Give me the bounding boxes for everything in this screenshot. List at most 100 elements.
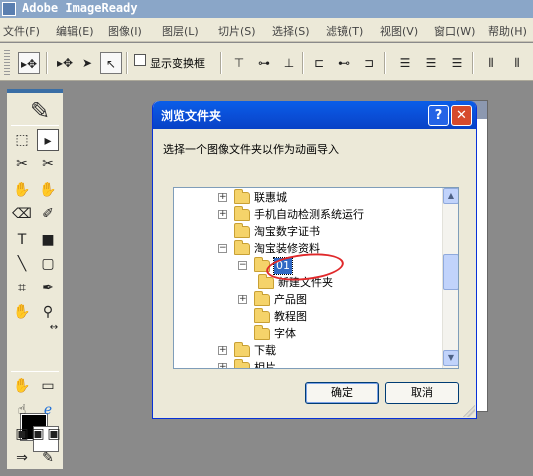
toolbar-divider xyxy=(46,52,48,74)
folder-icon xyxy=(234,223,250,238)
show-transform-label: 显示变换框 xyxy=(150,57,205,70)
scroll-up-icon[interactable]: ▲ xyxy=(443,188,458,204)
cancel-button[interactable]: 取消 xyxy=(385,382,459,404)
tree-node-label: 联惠城 xyxy=(254,191,287,204)
align-right-icon[interactable]: ⊐ xyxy=(358,52,380,74)
menu-select[interactable]: 选择(S) xyxy=(272,23,310,39)
folder-icon xyxy=(234,206,250,221)
menu-view[interactable]: 视图(V) xyxy=(380,23,418,39)
folder-tree[interactable]: + 联惠城 + 手机自动检测系统运行 淘宝数字证书 − 淘宝装修资料 − 01 … xyxy=(173,187,459,369)
tree-scrollbar[interactable]: ▲ ▼ xyxy=(442,188,458,368)
folder-icon xyxy=(254,291,270,306)
align-hcenter-icon[interactable]: ⊷ xyxy=(333,52,355,74)
tree-node-label: 淘宝数字证书 xyxy=(254,225,320,238)
rectangle-tool-icon[interactable]: ■ xyxy=(37,229,59,251)
toolbar-divider xyxy=(126,52,128,74)
scroll-down-icon[interactable]: ▼ xyxy=(443,350,458,366)
folder-icon xyxy=(254,308,270,323)
distribute-left-icon[interactable]: ⫴ xyxy=(480,52,502,74)
tree-node-label: 字体 xyxy=(274,327,296,340)
app-title: Adobe ImageReady xyxy=(22,1,138,15)
toolbox-panel: ✎ ⬚ ▸ ✂ ✂ ✋ ✋ ⌫ ✐ T ■ ╲ ▢ ⌗ ✒ ✋ ⚲ ↔ ✋ ▭ … xyxy=(6,88,64,470)
toolbar-divider xyxy=(384,52,386,74)
show-transform-checkbox[interactable] xyxy=(134,54,146,66)
slice-tool-icon[interactable]: ✂ xyxy=(11,153,33,175)
crop-tool-icon[interactable]: ⌗ xyxy=(11,277,33,299)
dialog-instruction: 选择一个图像文件夹以作为动画导入 xyxy=(163,143,339,156)
help-button[interactable]: ? xyxy=(428,105,449,126)
arrow-icon[interactable]: ➤ xyxy=(76,52,98,74)
menu-bar: 文件(F) 编辑(E) 图像(I) 图层(L) 切片(S) 选择(S) 滤镜(T… xyxy=(0,18,533,42)
slice-select-tool-icon[interactable]: ✂ xyxy=(37,153,59,175)
eyedropper-tool-icon[interactable]: ✒ xyxy=(37,277,59,299)
menu-window[interactable]: 窗口(W) xyxy=(434,23,475,39)
close-button[interactable]: ✕ xyxy=(451,105,472,126)
move-tool-icon[interactable]: ▸✥ xyxy=(18,52,40,74)
type-tool-icon[interactable]: T xyxy=(11,229,33,251)
browse-folder-dialog: 浏览文件夹 ? ✕ 选择一个图像文件夹以作为动画导入 + 联惠城 + 手机自动检… xyxy=(152,101,477,419)
menu-edit[interactable]: 编辑(E) xyxy=(56,23,94,39)
distribute-bottom-icon[interactable]: ☰ xyxy=(446,52,468,74)
eraser-tool-icon[interactable]: ⌫ xyxy=(11,203,33,225)
dialog-titlebar[interactable]: 浏览文件夹 ? ✕ xyxy=(153,101,476,129)
brush-tool-icon[interactable]: ✐ xyxy=(37,203,59,225)
app-titlebar: Adobe ImageReady xyxy=(0,0,533,18)
toolbar-grip[interactable] xyxy=(4,50,10,76)
collapse-icon[interactable]: − xyxy=(218,244,227,253)
toolbox-titlebar[interactable] xyxy=(7,89,63,93)
imageready-app-icon xyxy=(2,2,16,16)
edit-in-photoshop-icon[interactable]: ✎ xyxy=(37,447,59,469)
swap-colors-icon[interactable]: ↔ xyxy=(43,317,65,339)
tree-node-label: 教程图 xyxy=(274,310,307,323)
tree-node-label: 手机自动检测系统运行 xyxy=(254,208,364,221)
menu-slice[interactable]: 切片(S) xyxy=(218,23,256,39)
resize-grip-icon[interactable] xyxy=(463,405,475,417)
expand-icon[interactable]: + xyxy=(218,210,227,219)
folder-icon xyxy=(234,342,250,357)
tree-node-label: 产品图 xyxy=(274,293,307,306)
distribute-vcenter-icon[interactable]: ☰ xyxy=(420,52,442,74)
menu-file[interactable]: 文件(F) xyxy=(3,23,40,39)
collapse-icon[interactable]: − xyxy=(238,261,247,270)
image-map-tool-icon[interactable]: ✋ xyxy=(11,375,33,397)
distribute-right-icon[interactable]: ⫴ xyxy=(506,52,528,74)
tree-node-label: 下载 xyxy=(254,344,276,357)
lasso-tool-icon[interactable]: ✋ xyxy=(11,179,33,201)
selection-arrow-icon[interactable]: ↖ xyxy=(100,52,122,74)
folder-icon xyxy=(234,189,250,204)
align-vcenter-icon[interactable]: ⊶ xyxy=(253,52,275,74)
toolbox-divider xyxy=(11,125,59,126)
scrollbar-thumb[interactable] xyxy=(443,254,458,290)
menu-layer[interactable]: 图层(L) xyxy=(162,23,199,39)
options-toolbar: ▸✥ ▸✥ ➤ ↖ ⊤ ⊶ ⊥ ⊏ ⊷ ⊐ ☰ ☰ ☰ ⫴ ⫴ xyxy=(0,43,533,81)
align-bottom-icon[interactable]: ⊥ xyxy=(278,52,300,74)
toggle-image-map-icon[interactable]: ▭ xyxy=(37,375,59,397)
folder-icon xyxy=(234,359,250,368)
hand-tool-icon[interactable]: ✋ xyxy=(11,301,33,323)
preview-in-browser-icon[interactable]: ℯ xyxy=(37,399,59,421)
toolbar-divider xyxy=(220,52,222,74)
move-tool-icon[interactable]: ▸ xyxy=(37,129,59,151)
magic-wand-tool-icon[interactable]: ✋ xyxy=(37,179,59,201)
menu-help[interactable]: 帮助(H) xyxy=(488,23,527,39)
ok-button[interactable]: 确定 xyxy=(305,382,379,404)
imageready-logo-icon: ✎ xyxy=(29,97,51,125)
expand-icon[interactable]: + xyxy=(218,193,227,202)
marquee-tool-icon[interactable]: ⬚ xyxy=(11,129,33,151)
align-top-icon[interactable]: ⊤ xyxy=(228,52,250,74)
rounded-rect-tool-icon[interactable]: ▢ xyxy=(37,253,59,275)
expand-icon[interactable]: + xyxy=(218,346,227,355)
slice-move-icon[interactable]: ▸✥ xyxy=(54,52,76,74)
folder-icon xyxy=(254,325,270,340)
line-tool-icon[interactable]: ╲ xyxy=(11,253,33,275)
rollover-preview-icon[interactable]: ☝ xyxy=(11,399,33,421)
screen-mode-full-icon[interactable]: ▣ xyxy=(43,423,65,445)
jump-to-photoshop-icon[interactable]: ⇒ xyxy=(11,447,33,469)
menu-filter[interactable]: 滤镜(T) xyxy=(326,23,363,39)
expand-icon[interactable]: + xyxy=(218,363,227,368)
distribute-top-icon[interactable]: ☰ xyxy=(394,52,416,74)
folder-open-icon xyxy=(234,240,250,255)
align-left-icon[interactable]: ⊏ xyxy=(308,52,330,74)
expand-icon[interactable]: + xyxy=(238,295,247,304)
menu-image[interactable]: 图像(I) xyxy=(108,23,142,39)
